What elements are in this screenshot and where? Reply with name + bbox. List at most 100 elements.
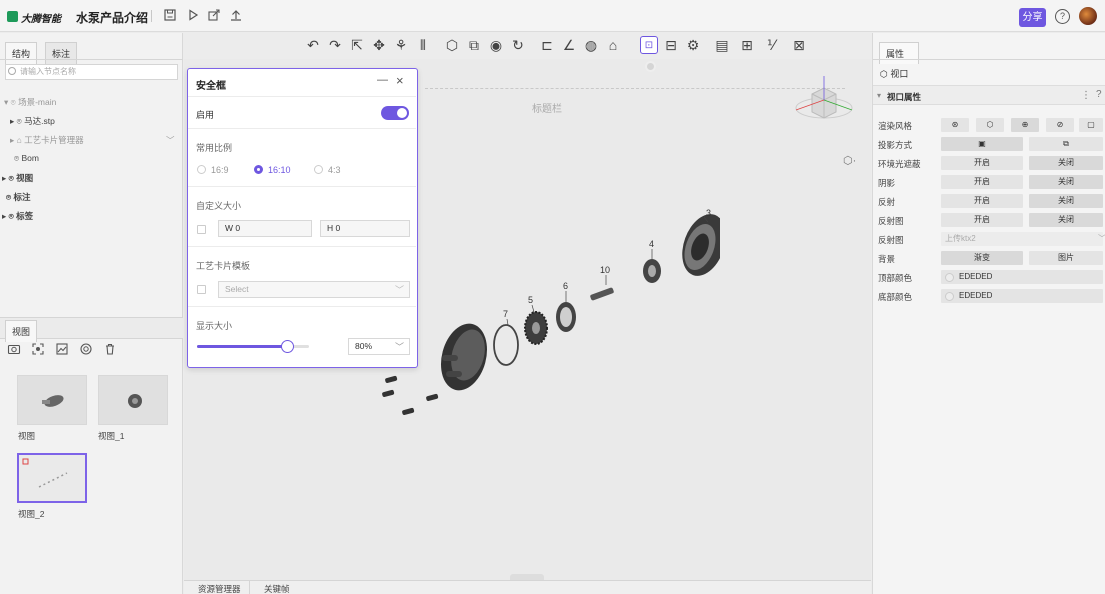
render-style-shaded-icon[interactable]: ⬡ (976, 118, 1004, 132)
redo-icon[interactable]: ↷ (326, 36, 344, 54)
select-icon[interactable]: ⇱ (348, 36, 366, 54)
exploded-pump-model[interactable]: 3 4 5 6 7 10 (380, 205, 720, 430)
view-cube[interactable] (790, 70, 860, 140)
light-icon[interactable]: ⌂ (604, 36, 622, 54)
tree-item-bom[interactable]: ⌾ Bom (14, 153, 39, 164)
tab-keyframes[interactable]: 关键帧 (264, 583, 290, 594)
bottom-color-swatch[interactable] (945, 292, 954, 301)
tree-item-motor[interactable]: ▸ ⌾ 马达.stp (10, 115, 55, 127)
ratio-radio-16-9[interactable] (197, 165, 206, 174)
view-thumbnail-selected[interactable] (17, 453, 87, 503)
view-thumbnail[interactable] (17, 375, 87, 425)
settings-icon[interactable]: ⚙ (684, 36, 702, 54)
template-checkbox[interactable] (197, 285, 206, 294)
ratio-radio-16-10[interactable] (254, 165, 263, 174)
view-thumbnail[interactable] (98, 375, 168, 425)
render-style-hidden-icon[interactable]: ⊘ (1046, 118, 1074, 132)
reflection-map-on-button[interactable]: 开启 (941, 213, 1023, 227)
render-style-solid-icon[interactable]: ⊕ (1011, 118, 1039, 132)
card-icon[interactable]: ▤ (713, 36, 731, 54)
minimize-icon[interactable]: — (377, 74, 388, 86)
camera-icon[interactable] (7, 342, 21, 358)
move-icon[interactable]: ✥ (370, 36, 388, 54)
annotation-icon[interactable]: ∠ (560, 36, 578, 54)
height-input[interactable]: H 0 (320, 220, 410, 237)
material-icon[interactable]: ◍ (582, 36, 600, 54)
prop-label: 阴影 (878, 178, 896, 188)
tree-item-card-manager[interactable]: ▸ ⌂ 工艺卡片管理器 (10, 134, 84, 146)
view-thumbnail-image (42, 395, 64, 407)
background-gradient-button[interactable]: 渐变 (941, 251, 1023, 265)
explode-icon[interactable]: ⚘ (392, 36, 410, 54)
model-icon[interactable]: ⬡ (443, 36, 461, 54)
tab-resource-manager[interactable]: 资源管理器 (198, 583, 241, 594)
picture-icon[interactable] (55, 342, 69, 358)
focus-icon[interactable] (31, 342, 45, 358)
base-plate (440, 323, 488, 391)
tab-annotation[interactable]: 标注 (45, 42, 78, 64)
section-icon[interactable]: ⫴ (414, 36, 432, 54)
cube-menu-icon[interactable]: ⬡· (843, 154, 856, 167)
reflection-map-upload[interactable]: 上传ktx2 (941, 232, 1103, 246)
help-icon[interactable]: ? (1055, 9, 1070, 24)
prop-label: 背景 (878, 254, 896, 264)
structure-icon[interactable]: ⊞ (738, 36, 756, 54)
trash-icon[interactable] (103, 342, 117, 358)
safe-frame-icon[interactable]: ⊡ (640, 36, 658, 54)
projection-perspective-icon[interactable]: ▣ (941, 137, 1023, 151)
reflection-off-button[interactable]: 关闭 (1029, 194, 1103, 208)
search-input[interactable]: 请输入节点名称 (5, 64, 178, 80)
avatar[interactable] (1079, 7, 1097, 25)
tab-properties[interactable]: 属性 (879, 42, 919, 64)
share-button[interactable]: 分享 (1019, 8, 1046, 27)
target-icon[interactable] (79, 342, 93, 358)
undo-icon[interactable]: ↶ (304, 36, 322, 54)
render-style-outline-icon[interactable]: ▢ (1079, 118, 1103, 132)
tab-structure[interactable]: 结构 (5, 42, 38, 64)
tree-item-scene[interactable]: ▾ ⌾ 场景-main (4, 96, 56, 108)
custom-size-checkbox[interactable] (197, 225, 206, 234)
tree-item-annotations[interactable]: ⌾ 标注 (6, 191, 30, 203)
shadow-on-button[interactable]: 开启 (941, 175, 1023, 189)
more-icon[interactable]: ⋮ (1081, 90, 1091, 101)
display-size-slider[interactable] (197, 340, 309, 353)
save-icon[interactable] (163, 8, 177, 22)
bom-icon[interactable]: ⅟ (762, 36, 780, 54)
template-select[interactable]: Select (218, 281, 410, 298)
slider-handle[interactable] (280, 340, 294, 353)
ao-off-button[interactable]: 关闭 (1029, 156, 1103, 170)
logo-text: 大腾智能 (21, 14, 61, 25)
reflection-map-off-button[interactable]: 关闭 (1029, 213, 1103, 227)
width-input[interactable]: W 0 (218, 220, 312, 237)
background-image-button[interactable]: 图片 (1029, 251, 1103, 265)
play-icon[interactable] (186, 8, 200, 22)
top-color-input[interactable]: EDEDED (941, 270, 1103, 284)
shadow-off-button[interactable]: 关闭 (1029, 175, 1103, 189)
ao-on-button[interactable]: 开启 (941, 156, 1023, 170)
layer-icon[interactable]: ⧉ (465, 36, 483, 54)
enable-toggle[interactable] (381, 106, 409, 120)
reset-icon[interactable]: ↻ (509, 36, 527, 54)
render-style-wireframe-icon[interactable]: ⊛ (941, 118, 969, 132)
tree-item-tags[interactable]: ▸ ⌾ 标签 (2, 210, 33, 222)
tab-views[interactable]: 视图 (5, 320, 38, 342)
divider (151, 10, 152, 22)
ratio-radio-4-3[interactable] (314, 165, 323, 174)
focus-view-icon[interactable]: ◉ (487, 36, 505, 54)
help-icon[interactable]: ? (1096, 89, 1102, 100)
tree-item-views[interactable]: ▸ ⌾ 视图 (2, 172, 33, 184)
export-icon[interactable] (207, 8, 221, 22)
projection-orthographic-icon[interactable]: ⧉ (1029, 137, 1103, 151)
frame-icon[interactable]: ⊟ (662, 36, 680, 54)
section-header[interactable]: ▾ 视口属性 ⋮ ? (873, 85, 1105, 105)
app-title: 水泵产品介绍 (76, 11, 149, 25)
screenshot-icon[interactable]: ⊠ (790, 36, 808, 54)
upload-icon[interactable] (229, 8, 243, 22)
top-color-swatch[interactable] (945, 273, 954, 282)
close-icon[interactable]: × (396, 73, 404, 88)
reflection-on-button[interactable]: 开启 (941, 194, 1023, 208)
chevron-down-icon[interactable]: ﹀ (166, 134, 175, 146)
bottom-color-input[interactable]: EDEDED (941, 289, 1103, 303)
measure-icon[interactable]: ⊏ (538, 36, 556, 54)
collapse-handle[interactable] (510, 574, 544, 580)
